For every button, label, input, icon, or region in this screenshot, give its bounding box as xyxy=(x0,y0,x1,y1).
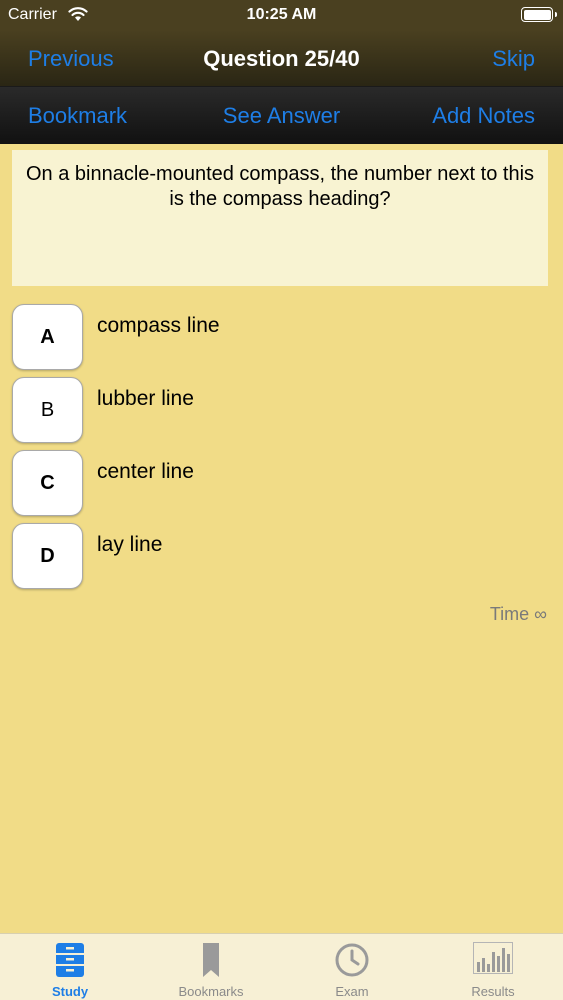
answer-option-c[interactable]: C center line xyxy=(12,450,552,516)
question-box: On a binnacle-mounted compass, the numbe… xyxy=(12,150,548,286)
question-counter-title: Question 25/40 xyxy=(203,46,360,71)
clock-icon xyxy=(335,943,369,977)
tab-exam[interactable]: Exam xyxy=(282,934,422,1000)
tab-results-label: Results xyxy=(471,984,515,999)
answer-c-button[interactable]: C xyxy=(12,450,83,516)
battery-icon xyxy=(521,7,557,22)
see-answer-button[interactable]: See Answer xyxy=(212,103,352,129)
answer-a-text: compass line xyxy=(97,314,220,337)
question-text: On a binnacle-mounted compass, the numbe… xyxy=(25,163,535,210)
add-notes-button[interactable]: Add Notes xyxy=(432,103,535,129)
navigation-bar: Previous Question 25/40 Skip xyxy=(0,30,563,87)
answer-c-text: center line xyxy=(97,460,194,483)
tab-bookmarks[interactable]: Bookmarks xyxy=(141,934,281,1000)
bookmark-button[interactable]: Bookmark xyxy=(28,103,127,129)
answer-b-button[interactable]: B xyxy=(12,377,83,443)
clock-time: 10:25 AM xyxy=(246,6,317,23)
answer-option-a[interactable]: A compass line xyxy=(12,304,552,370)
bookmark-icon xyxy=(203,943,219,977)
tab-study[interactable]: Study xyxy=(0,934,140,1000)
action-toolbar: Bookmark See Answer Add Notes xyxy=(0,87,563,144)
tab-exam-label: Exam xyxy=(335,984,369,999)
drawers-icon xyxy=(56,943,84,977)
answer-option-d[interactable]: D lay line xyxy=(12,523,552,589)
answer-option-b[interactable]: B lubber line xyxy=(12,377,552,443)
tab-results[interactable]: Results xyxy=(423,934,563,1000)
bar-chart-icon xyxy=(473,942,513,974)
answer-b-text: lubber line xyxy=(97,387,194,410)
answer-a-button[interactable]: A xyxy=(12,304,83,370)
tab-bookmarks-label: Bookmarks xyxy=(178,984,244,999)
tab-study-label: Study xyxy=(51,984,89,999)
answer-d-text: lay line xyxy=(97,533,163,556)
tab-bar: Study Bookmarks Exam Results xyxy=(0,933,563,1000)
skip-button[interactable]: Skip xyxy=(492,46,535,72)
answer-d-button[interactable]: D xyxy=(12,523,83,589)
status-bar: Carrier 10:25 AM xyxy=(0,0,563,30)
timer-label: Time ∞ xyxy=(489,604,547,624)
